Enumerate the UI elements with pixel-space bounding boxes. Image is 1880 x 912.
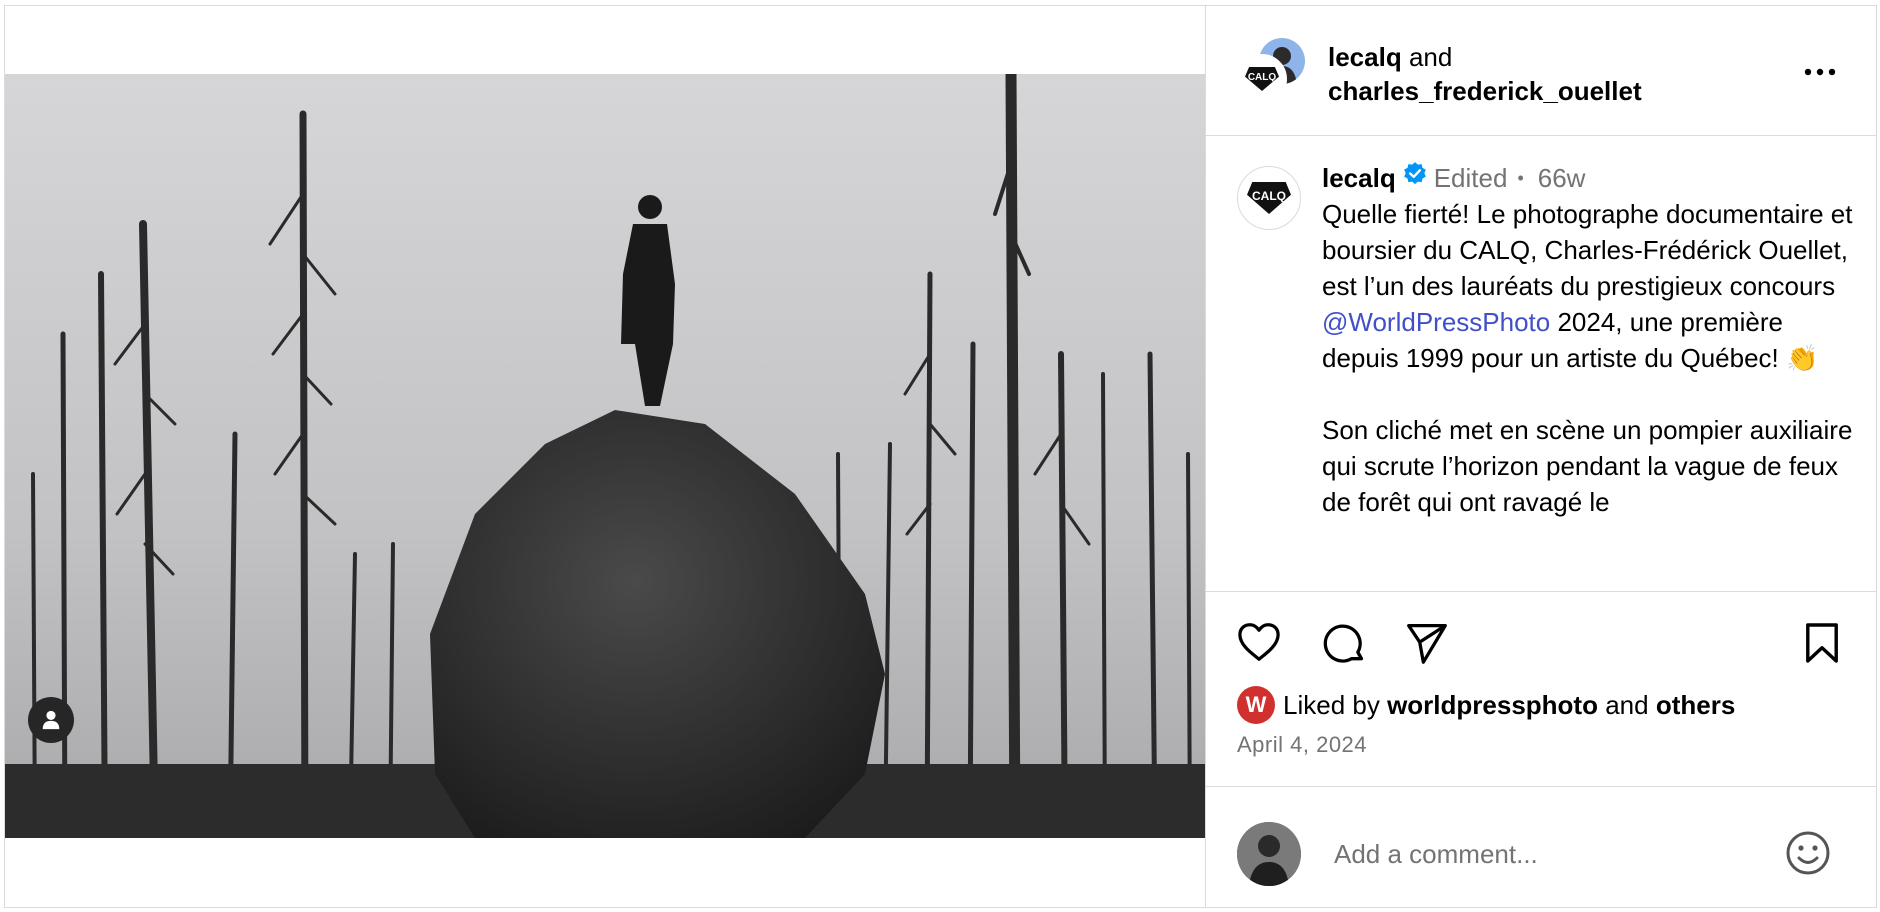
comment-bar bbox=[1206, 786, 1877, 907]
caption-area[interactable]: CALQ lecalq Edited • 66w Quelle fierté! … bbox=[1206, 136, 1877, 592]
liker-link[interactable]: worldpressphoto bbox=[1387, 690, 1598, 721]
post-header: CALQ lecalq and charles_frederick_ouelle… bbox=[1206, 6, 1877, 136]
photo-artwork bbox=[5, 74, 1205, 838]
others-link[interactable]: others bbox=[1656, 690, 1735, 721]
share-button[interactable] bbox=[1405, 622, 1449, 669]
liker-avatar[interactable]: W bbox=[1237, 686, 1275, 724]
bookmark-icon bbox=[1806, 623, 1838, 663]
post-age[interactable]: 66w bbox=[1538, 160, 1586, 196]
post-dialog: CALQ lecalq and charles_frederick_ouelle… bbox=[4, 5, 1877, 908]
caption-username[interactable]: lecalq bbox=[1322, 160, 1396, 196]
lecalq-avatar[interactable]: CALQ bbox=[1237, 54, 1287, 104]
calq-logo: CALQ bbox=[1245, 67, 1279, 91]
collab-avatars[interactable]: CALQ bbox=[1237, 38, 1305, 106]
comment-icon bbox=[1323, 624, 1364, 663]
caption-body: Quelle fierté! Le photographe documentai… bbox=[1322, 196, 1862, 376]
caption-header: lecalq Edited • 66w bbox=[1322, 160, 1862, 196]
mention-link[interactable]: @WorldPressPhoto bbox=[1322, 307, 1550, 337]
verified-badge-icon bbox=[1402, 160, 1428, 196]
current-user-avatar[interactable] bbox=[1237, 822, 1301, 886]
post-date[interactable]: April 4, 2024 bbox=[1237, 732, 1367, 758]
post-sidebar: CALQ lecalq and charles_frederick_ouelle… bbox=[1205, 6, 1877, 907]
likes-summary: W Liked by worldpressphoto and others bbox=[1237, 686, 1735, 724]
more-options-button[interactable] bbox=[1800, 60, 1840, 84]
caption-paragraph-2: Son cliché met en scène un pompier auxil… bbox=[1322, 415, 1853, 517]
likes-joiner: and bbox=[1597, 689, 1656, 720]
tagged-users-button[interactable] bbox=[28, 697, 74, 743]
caption-line1: Quelle fierté! Le photographe documentai… bbox=[1322, 199, 1853, 301]
caption-text: lecalq Edited • 66w Quelle fierté! Le ph… bbox=[1322, 160, 1862, 520]
likes-prefix: Liked by bbox=[1283, 689, 1388, 720]
post-photo[interactable] bbox=[5, 74, 1205, 838]
action-bar bbox=[1206, 592, 1877, 682]
calq-logo: CALQ bbox=[1247, 182, 1291, 214]
caption-separator: • bbox=[1517, 168, 1524, 188]
save-button[interactable] bbox=[1804, 622, 1840, 669]
send-icon bbox=[1407, 624, 1447, 664]
author-link-charles[interactable]: charles_frederick_ouellet bbox=[1328, 76, 1642, 106]
authors-joiner: and bbox=[1401, 42, 1453, 72]
comment-input[interactable] bbox=[1332, 827, 1766, 881]
post-media bbox=[5, 6, 1205, 907]
post-authors: lecalq and charles_frederick_ouellet bbox=[1328, 40, 1642, 108]
emoji-button[interactable] bbox=[1784, 829, 1832, 882]
more-horizontal-icon bbox=[1804, 68, 1836, 76]
comment-button[interactable] bbox=[1323, 622, 1367, 671]
author-link-lecalq[interactable]: lecalq bbox=[1328, 42, 1402, 72]
caption-avatar[interactable]: CALQ bbox=[1237, 166, 1301, 230]
smiley-icon bbox=[1786, 831, 1830, 875]
user-icon bbox=[42, 710, 60, 730]
person-photo-icon bbox=[1237, 822, 1301, 886]
like-button[interactable] bbox=[1237, 622, 1281, 667]
edited-label: Edited bbox=[1433, 163, 1508, 193]
heart-icon bbox=[1238, 623, 1280, 661]
